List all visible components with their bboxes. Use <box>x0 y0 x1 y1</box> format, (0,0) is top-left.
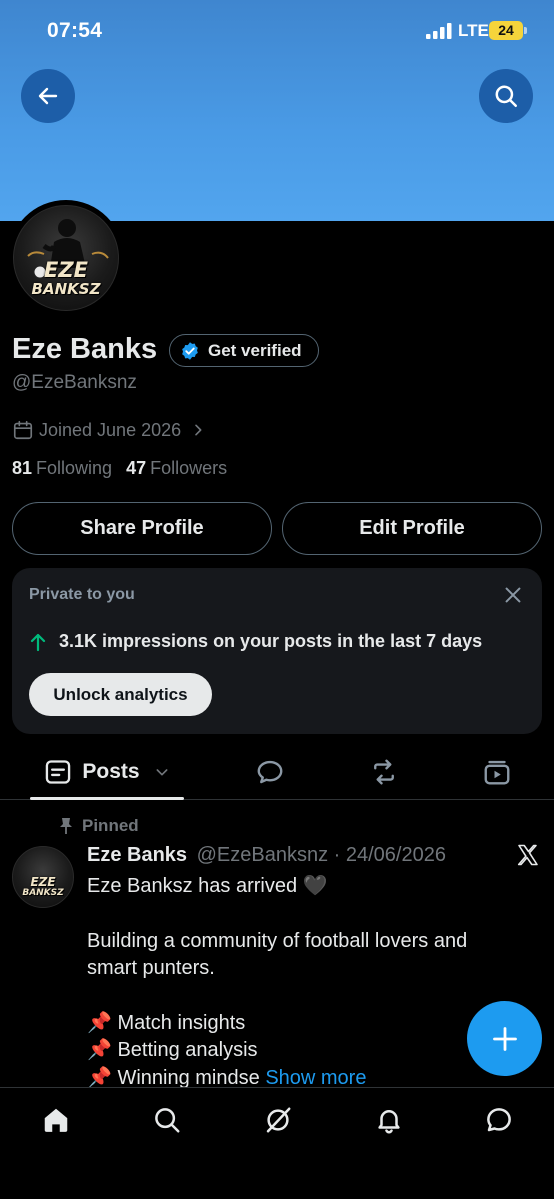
profile-avatar[interactable]: EZE BANKSZ <box>8 200 124 316</box>
private-label: Private to you <box>29 586 135 603</box>
x-logo-icon <box>517 844 538 866</box>
show-more-link[interactable]: Show more <box>265 1067 366 1089</box>
post-author[interactable]: Eze Banks <box>87 844 187 866</box>
repost-icon <box>374 759 394 785</box>
tab-reposts[interactable] <box>354 744 414 800</box>
chevron-right-icon <box>195 424 202 436</box>
calendar-icon <box>13 420 33 440</box>
battery-tip <box>524 27 527 34</box>
post-list-item: 📌 Match insights <box>87 1011 246 1034</box>
signal-icon <box>426 23 452 39</box>
arrow-left-icon <box>38 87 58 105</box>
get-verified-button[interactable]: Get verified <box>169 334 319 367</box>
messages-icon[interactable] <box>484 1105 514 1135</box>
edit-profile-button[interactable]: Edit Profile <box>282 502 542 555</box>
impressions-text: 3.1K impressions on your posts in the la… <box>59 631 483 651</box>
media-icon <box>484 760 510 785</box>
bottom-navigation <box>0 1087 554 1199</box>
close-icon[interactable] <box>502 584 524 606</box>
post-avatar[interactable]: EZE BANKSZ <box>12 846 74 908</box>
compose-post-button[interactable] <box>467 1001 542 1076</box>
tab-posts[interactable]: Posts <box>30 744 184 800</box>
post-line: smart punters. <box>87 957 215 979</box>
battery-indicator: 24 <box>489 21 523 40</box>
reply-icon <box>257 760 283 784</box>
avatar-logo: EZE BANKSZ <box>13 205 119 311</box>
arrow-up-icon <box>30 633 46 651</box>
active-tab-indicator <box>30 797 184 800</box>
search-button[interactable] <box>479 69 533 123</box>
home-icon[interactable] <box>41 1105 71 1135</box>
unlock-analytics-button[interactable]: Unlock analytics <box>29 673 212 716</box>
post-body[interactable]: Eze Banksz has arrived 🖤 Building a comm… <box>87 873 527 1092</box>
status-time: 07:54 <box>47 19 103 42</box>
profile-name: Eze Banks <box>12 333 158 365</box>
private-analytics-card: Private to you 3.1K impressions on your … <box>12 568 542 734</box>
post-line: Building a community of football lovers … <box>87 929 468 952</box>
posts-icon <box>46 760 71 784</box>
joined-date[interactable]: Joined June 2026 <box>12 419 206 441</box>
search-icon <box>495 85 517 107</box>
post-avatar-text-bottom: BANKSZ <box>22 888 64 898</box>
following-label: Following <box>36 458 113 478</box>
followers-link[interactable]: 47 Followers <box>126 458 227 479</box>
follow-stats: 81 Following 47 Followers <box>12 458 227 479</box>
notifications-bell-icon[interactable] <box>374 1105 404 1135</box>
pin-icon <box>60 818 72 834</box>
plus-icon <box>492 1026 517 1051</box>
avatar-text-top: EZE <box>44 258 88 282</box>
profile-handle: @EzeBanksnz <box>12 372 137 393</box>
verified-badge-icon <box>182 341 198 360</box>
get-verified-label: Get verified <box>208 340 302 360</box>
pinned-indicator: Pinned <box>58 816 139 836</box>
post-handle-date: @EzeBanksnz · 24/06/2026 <box>196 844 446 866</box>
explore-search-icon[interactable] <box>152 1105 182 1135</box>
post-avatar-text-top: EZE <box>30 875 56 889</box>
followers-label: Followers <box>150 458 228 478</box>
impressions-summary: 3.1K impressions on your posts in the la… <box>29 631 482 652</box>
grok-icon[interactable] <box>263 1105 293 1135</box>
back-button[interactable] <box>21 69 75 123</box>
post-line: Eze Banksz has arrived 🖤 <box>87 875 328 897</box>
post-header: Eze Banks @EzeBanksnz · 24/06/2026 <box>87 844 446 867</box>
following-count: 81 <box>12 458 33 478</box>
tab-media[interactable] <box>467 744 527 800</box>
post-list-item: 📌 Betting analysis <box>87 1039 258 1061</box>
followers-count: 47 <box>126 458 147 478</box>
tab-posts-label: Posts <box>82 760 140 783</box>
post-list-item: 📌 Winning mindse <box>87 1066 260 1089</box>
pinned-label: Pinned <box>82 816 139 835</box>
following-link[interactable]: 81 Following <box>12 458 112 479</box>
status-bar: 07:54 LTE 24 <box>0 0 554 62</box>
chevron-down-icon <box>156 769 168 776</box>
profile-tabs: Posts <box>0 744 554 800</box>
tab-replies[interactable] <box>240 744 300 800</box>
share-profile-button[interactable]: Share Profile <box>12 502 272 555</box>
network-label: LTE <box>458 21 489 40</box>
avatar-text-bottom: BANKSZ <box>31 280 101 298</box>
joined-label: Joined June 2026 <box>39 419 182 440</box>
